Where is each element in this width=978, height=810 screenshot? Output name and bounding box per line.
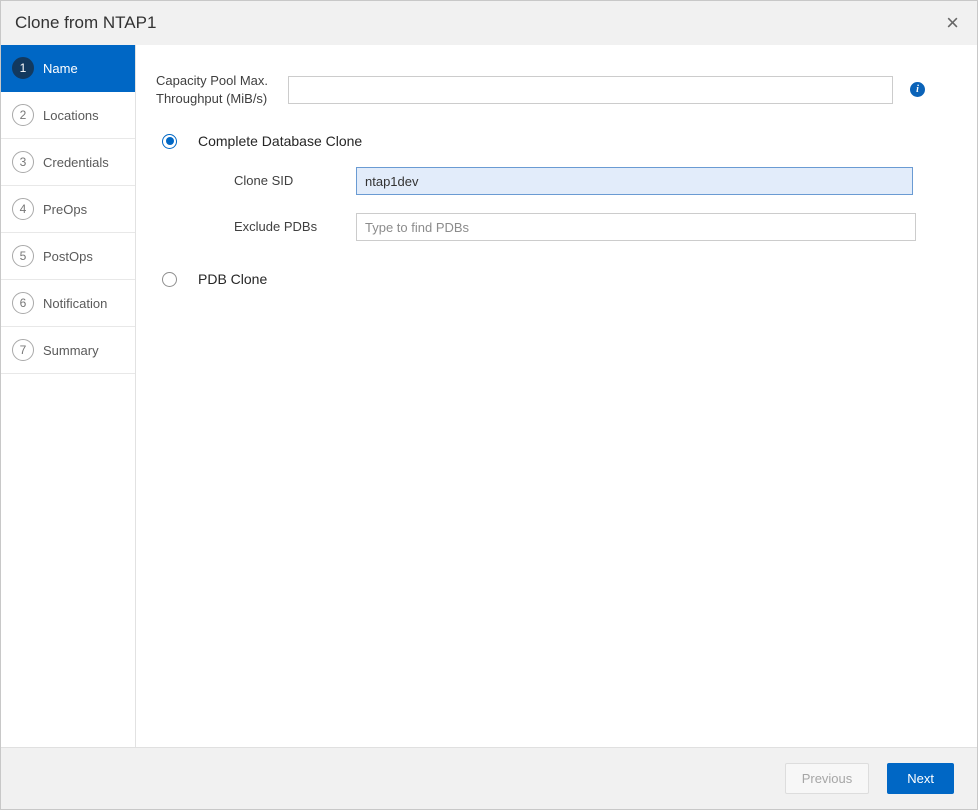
pdb-clone-label: PDB Clone (198, 271, 268, 288)
exclude-pdbs-input[interactable] (356, 213, 916, 242)
step-label: Credentials (43, 154, 109, 170)
radio-complete-database-clone[interactable] (162, 133, 177, 149)
wizard-steps-sidebar: 1 Name 2 Locations 3 Credentials 4 PreOp… (1, 45, 136, 747)
complete-database-clone-option: Complete Database Clone (156, 133, 977, 149)
step-label: PostOps (43, 248, 93, 264)
clone-sid-row: Clone SID (156, 167, 977, 196)
clone-sid-input[interactable] (356, 167, 913, 196)
capacity-pool-input[interactable] (288, 75, 893, 104)
step-label: Locations (43, 107, 99, 123)
sidebar-item-summary[interactable]: 7 Summary (1, 327, 135, 374)
close-icon[interactable]: × (946, 12, 959, 34)
next-button[interactable]: Next (887, 763, 954, 794)
clone-dialog: Clone from NTAP1 × 1 Name 2 Locations 3 … (0, 0, 978, 810)
clone-sid-label: Clone SID (234, 173, 294, 189)
sidebar-item-credentials[interactable]: 3 Credentials (1, 139, 135, 186)
step-number-badge: 2 (12, 104, 34, 126)
step-number-badge: 6 (12, 292, 34, 314)
sidebar-item-preops[interactable]: 4 PreOps (1, 186, 135, 233)
complete-database-clone-label: Complete Database Clone (198, 133, 363, 150)
sidebar-item-notification[interactable]: 6 Notification (1, 280, 135, 327)
previous-button[interactable]: Previous (784, 763, 870, 794)
dialog-footer: Previous Next (1, 747, 977, 809)
exclude-pdbs-label: Exclude PDBs (234, 219, 318, 235)
step-label: Notification (43, 295, 108, 311)
step-number-badge: 3 (12, 151, 34, 173)
step-number-badge: 4 (12, 198, 34, 220)
exclude-pdbs-row: Exclude PDBs (156, 213, 977, 242)
sidebar-item-name[interactable]: 1 Name (1, 45, 135, 92)
wizard-content: Capacity Pool Max. Throughput (MiB/s) i … (136, 45, 977, 747)
step-label: Name (43, 60, 78, 76)
sidebar-item-postops[interactable]: 5 PostOps (1, 233, 135, 280)
dialog-title: Clone from NTAP1 (15, 13, 157, 32)
capacity-pool-label: Capacity Pool Max. Throughput (MiB/s) (156, 73, 268, 106)
dialog-body: 1 Name 2 Locations 3 Credentials 4 PreOp… (1, 45, 977, 747)
pdb-clone-option: PDB Clone (156, 271, 977, 287)
info-icon[interactable]: i (910, 82, 925, 98)
step-number-badge: 1 (12, 57, 34, 79)
step-label: PreOps (43, 201, 88, 217)
capacity-pool-row: Capacity Pool Max. Throughput (MiB/s) i (156, 72, 977, 107)
dialog-header: Clone from NTAP1 × (1, 1, 977, 45)
radio-pdb-clone[interactable] (162, 271, 177, 287)
step-number-badge: 5 (12, 245, 34, 267)
sidebar-item-locations[interactable]: 2 Locations (1, 92, 135, 139)
step-number-badge: 7 (12, 339, 34, 361)
step-label: Summary (43, 342, 99, 358)
